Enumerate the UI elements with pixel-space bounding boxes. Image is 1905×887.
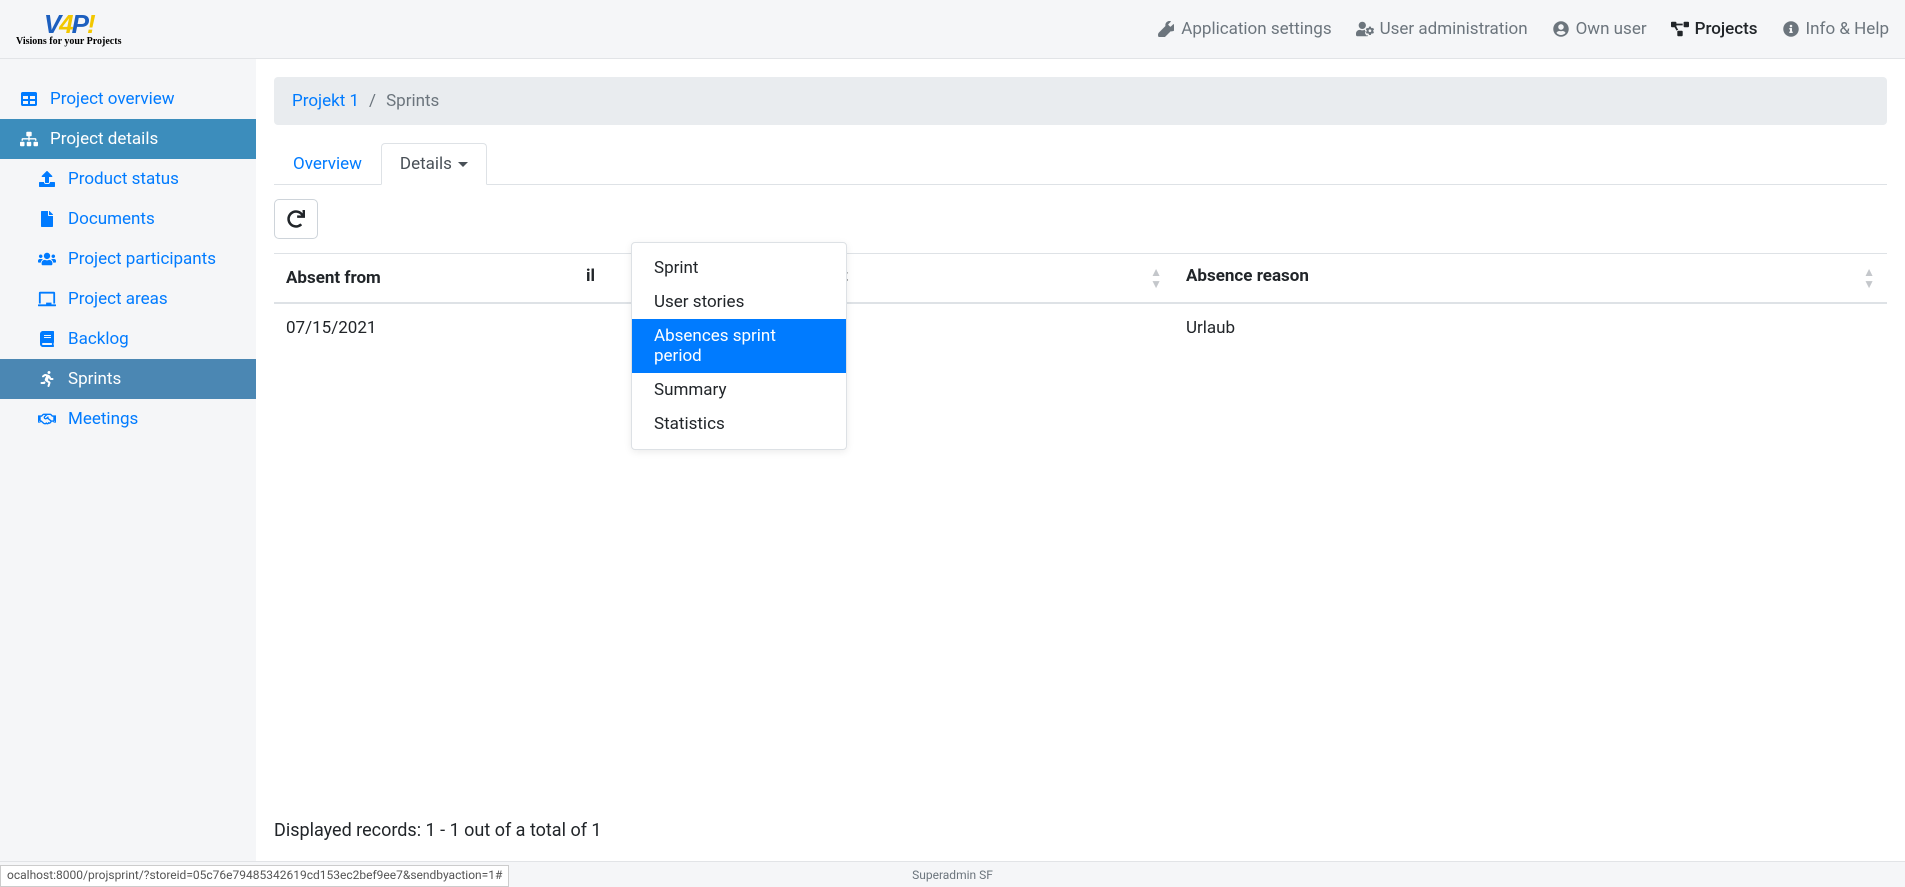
sidebar-documents[interactable]: Documents [0,199,256,239]
upload-icon [36,171,58,187]
refresh-icon [287,210,305,228]
nav-label: Own user [1576,19,1647,39]
book-icon [36,331,58,347]
chalkboard-icon [36,291,58,307]
nav-user-admin[interactable]: User administration [1356,19,1528,39]
info-circle-icon [1782,20,1800,38]
sort-icon: ▲▼ [1863,266,1875,290]
statusbar-text: ocalhost:8000/projsprint/?storeid=05c76e… [7,868,502,882]
sidebar-backlog[interactable]: Backlog [0,319,256,359]
sidebar-label: Project overview [50,89,175,109]
sidebar-meetings[interactable]: Meetings [0,399,256,439]
sidebar-label: Project details [50,129,158,149]
sidebar-label: Sprints [68,369,121,389]
col-absent-from[interactable]: Absent from [274,254,574,304]
dropdown-statistics[interactable]: Statistics [632,407,846,441]
absences-table: Absent from il ▲▼ Project participant ▲▼… [274,253,1887,352]
running-icon [36,371,58,387]
top-nav: Application settings User administration… [1157,19,1889,39]
sidebar-label: Project participants [68,249,216,269]
nav-own-user[interactable]: Own user [1552,19,1647,39]
tab-label: Details [400,154,452,174]
col-label: Absent from [286,268,381,288]
sidebar-project-participants[interactable]: Project participants [0,239,256,279]
nav-label: Info & Help [1806,19,1889,39]
caret-down-icon [458,162,468,167]
project-diagram-icon [1671,20,1689,38]
nav-label: User administration [1380,19,1528,39]
col-absence-reason[interactable]: Absence reason ▲▼ [1174,254,1887,304]
sidebar-project-overview[interactable]: Project overview [0,79,256,119]
sidebar-sprints[interactable]: Sprints [0,359,256,399]
logo[interactable]: V4P! Visions for your Projects [16,11,121,47]
sidebar-label: Documents [68,209,155,229]
sidebar-project-areas[interactable]: Project areas [0,279,256,319]
sitemap-icon [18,131,40,147]
col-label: il [586,266,595,286]
sort-icon: ▲▼ [1150,266,1162,290]
header-bar: V4P! Visions for your Projects Applicati… [0,0,1905,59]
details-dropdown: Sprint User stories Absences sprint peri… [631,242,847,450]
tab-label: Overview [293,154,362,174]
col-label: Absence reason [1186,266,1309,286]
user-circle-icon [1552,20,1570,38]
breadcrumb-project-link[interactable]: Projekt 1 [292,91,359,111]
breadcrumb: Projekt 1 / Sprints [274,77,1887,125]
table-row[interactable]: 07/15/2021 Entwickler Eins Urlaub [274,303,1887,352]
sidebar-label: Product status [68,169,179,189]
cell-reason: Urlaub [1174,303,1887,352]
refresh-button[interactable] [274,199,318,239]
users-cog-icon [1356,20,1374,38]
file-icon [36,211,58,227]
users-icon [36,251,58,267]
dropdown-summary[interactable]: Summary [632,373,846,407]
nav-label: Application settings [1181,19,1331,39]
dropdown-sprint[interactable]: Sprint [632,251,846,285]
toolbar [256,185,1905,253]
sidebar-project-details[interactable]: Project details [0,119,256,159]
breadcrumb-current: Sprints [386,91,439,111]
sidebar-label: Meetings [68,409,138,429]
browser-statusbar: ocalhost:8000/projsprint/?storeid=05c76e… [0,865,509,887]
sidebar-label: Project areas [68,289,168,309]
content-area: Projekt 1 / Sprints Overview Details Abs [256,59,1905,861]
dropdown-absences[interactable]: Absences sprint period [632,319,846,373]
dropdown-user-stories[interactable]: User stories [632,285,846,319]
breadcrumb-separator: / [369,91,376,111]
table-icon [18,91,40,107]
cell-absent-from: 07/15/2021 [274,303,574,352]
nav-info-help[interactable]: Info & Help [1782,19,1889,39]
sidebar: Project overview Project details Product… [0,59,256,861]
sidebar-product-status[interactable]: Product status [0,159,256,199]
nav-projects[interactable]: Projects [1671,19,1758,39]
records-summary: Displayed records: 1 - 1 out of a total … [274,820,602,841]
tab-details[interactable]: Details [381,143,487,185]
handshake-icon [36,411,58,427]
footer-text: Superadmin SF [912,868,993,882]
tabs-bar: Overview Details [274,143,1887,185]
wrench-icon [1157,20,1175,38]
tab-overview[interactable]: Overview [274,143,381,185]
sidebar-label: Backlog [68,329,129,349]
nav-label: Projects [1695,19,1758,39]
nav-app-settings[interactable]: Application settings [1157,19,1331,39]
